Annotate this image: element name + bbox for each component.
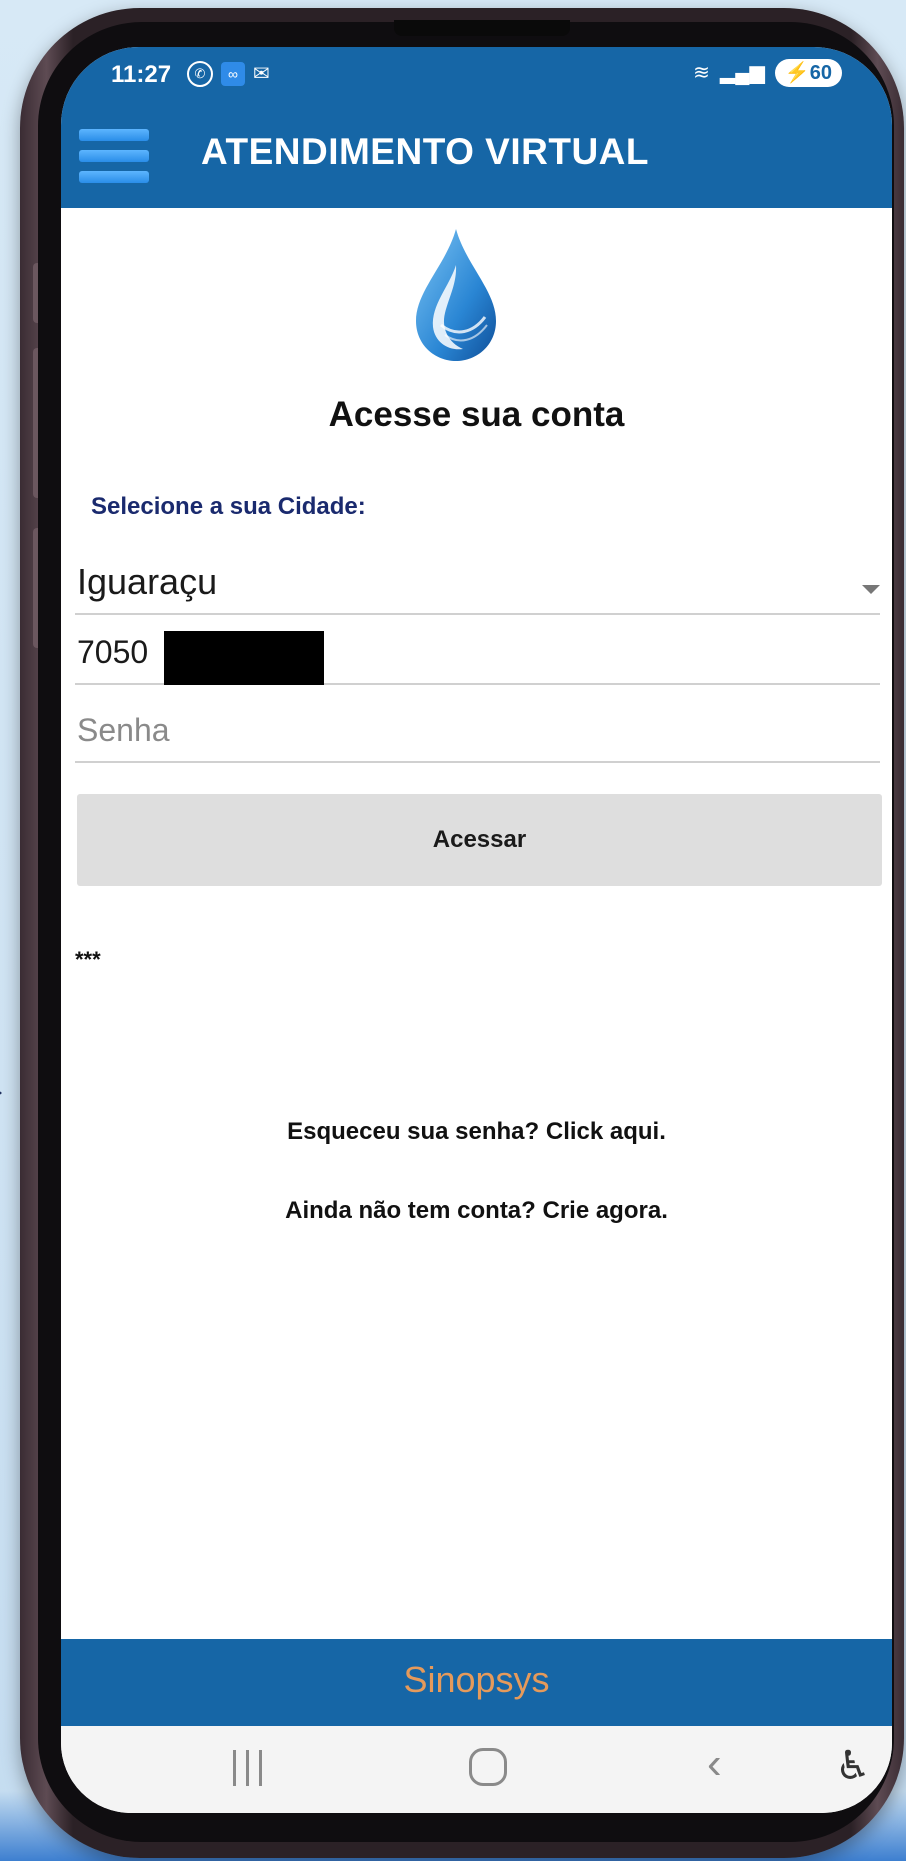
status-message: ***	[75, 947, 101, 972]
status-time: 11:27	[111, 61, 172, 88]
caret-down-icon	[862, 585, 880, 594]
notification-icons: ✆ ∞ ✉	[187, 61, 270, 87]
city-select-value: Iguaraçu	[77, 561, 218, 602]
phone-notch	[394, 20, 570, 36]
city-select[interactable]: Iguaraçu	[75, 555, 880, 615]
battery-level: 60	[809, 62, 832, 84]
back-icon[interactable]: ‹	[707, 1742, 722, 1786]
phone-screen: 11:27 ✆ ∞ ✉ ≋ ▂▄▆ ⚡60 ATENDIMENTO VIRTUA…	[61, 47, 892, 1813]
signal-icon: ▂▄▆	[719, 62, 765, 84]
home-icon[interactable]	[469, 1748, 507, 1786]
login-heading: Acesse sua conta	[328, 395, 625, 434]
arrow-icon	[0, 1082, 2, 1104]
access-button[interactable]: Acessar	[77, 794, 882, 886]
city-label: Selecione a sua Cidade:	[91, 493, 366, 520]
password-field[interactable]	[75, 699, 884, 763]
system-icons: ≋ ▂▄▆ ⚡60	[693, 59, 842, 87]
water-drop-icon	[416, 229, 496, 361]
status-bar: 11:27 ✆ ∞ ✉ ≋ ▂▄▆ ⚡60	[61, 47, 892, 103]
wifi-icon: ≋	[693, 62, 710, 84]
app-notification-icon: ∞	[221, 62, 245, 86]
gmail-icon: ✉	[253, 63, 270, 85]
redaction-block	[164, 631, 324, 685]
hamburger-icon[interactable]	[79, 129, 149, 183]
system-nav-bar: ‹ ♿︎	[61, 1726, 892, 1813]
forgot-password-link[interactable]: Esqueceu sua senha? Click aqui.	[61, 1118, 892, 1146]
footer-bar: Sinopsys	[61, 1639, 892, 1726]
app-bar: ATENDIMENTO VIRTUAL	[61, 103, 892, 208]
password-input[interactable]	[75, 703, 884, 757]
accessibility-icon[interactable]: ♿︎	[835, 1744, 871, 1788]
battery-indicator: ⚡60	[774, 59, 842, 87]
account-field[interactable]	[75, 621, 884, 685]
whatsapp-icon: ✆	[187, 61, 213, 87]
footer-brand: Sinopsys	[403, 1659, 550, 1700]
recents-icon[interactable]	[233, 1750, 262, 1786]
app-title: ATENDIMENTO VIRTUAL	[201, 131, 650, 172]
create-account-link[interactable]: Ainda não tem conta? Crie agora.	[61, 1197, 892, 1225]
